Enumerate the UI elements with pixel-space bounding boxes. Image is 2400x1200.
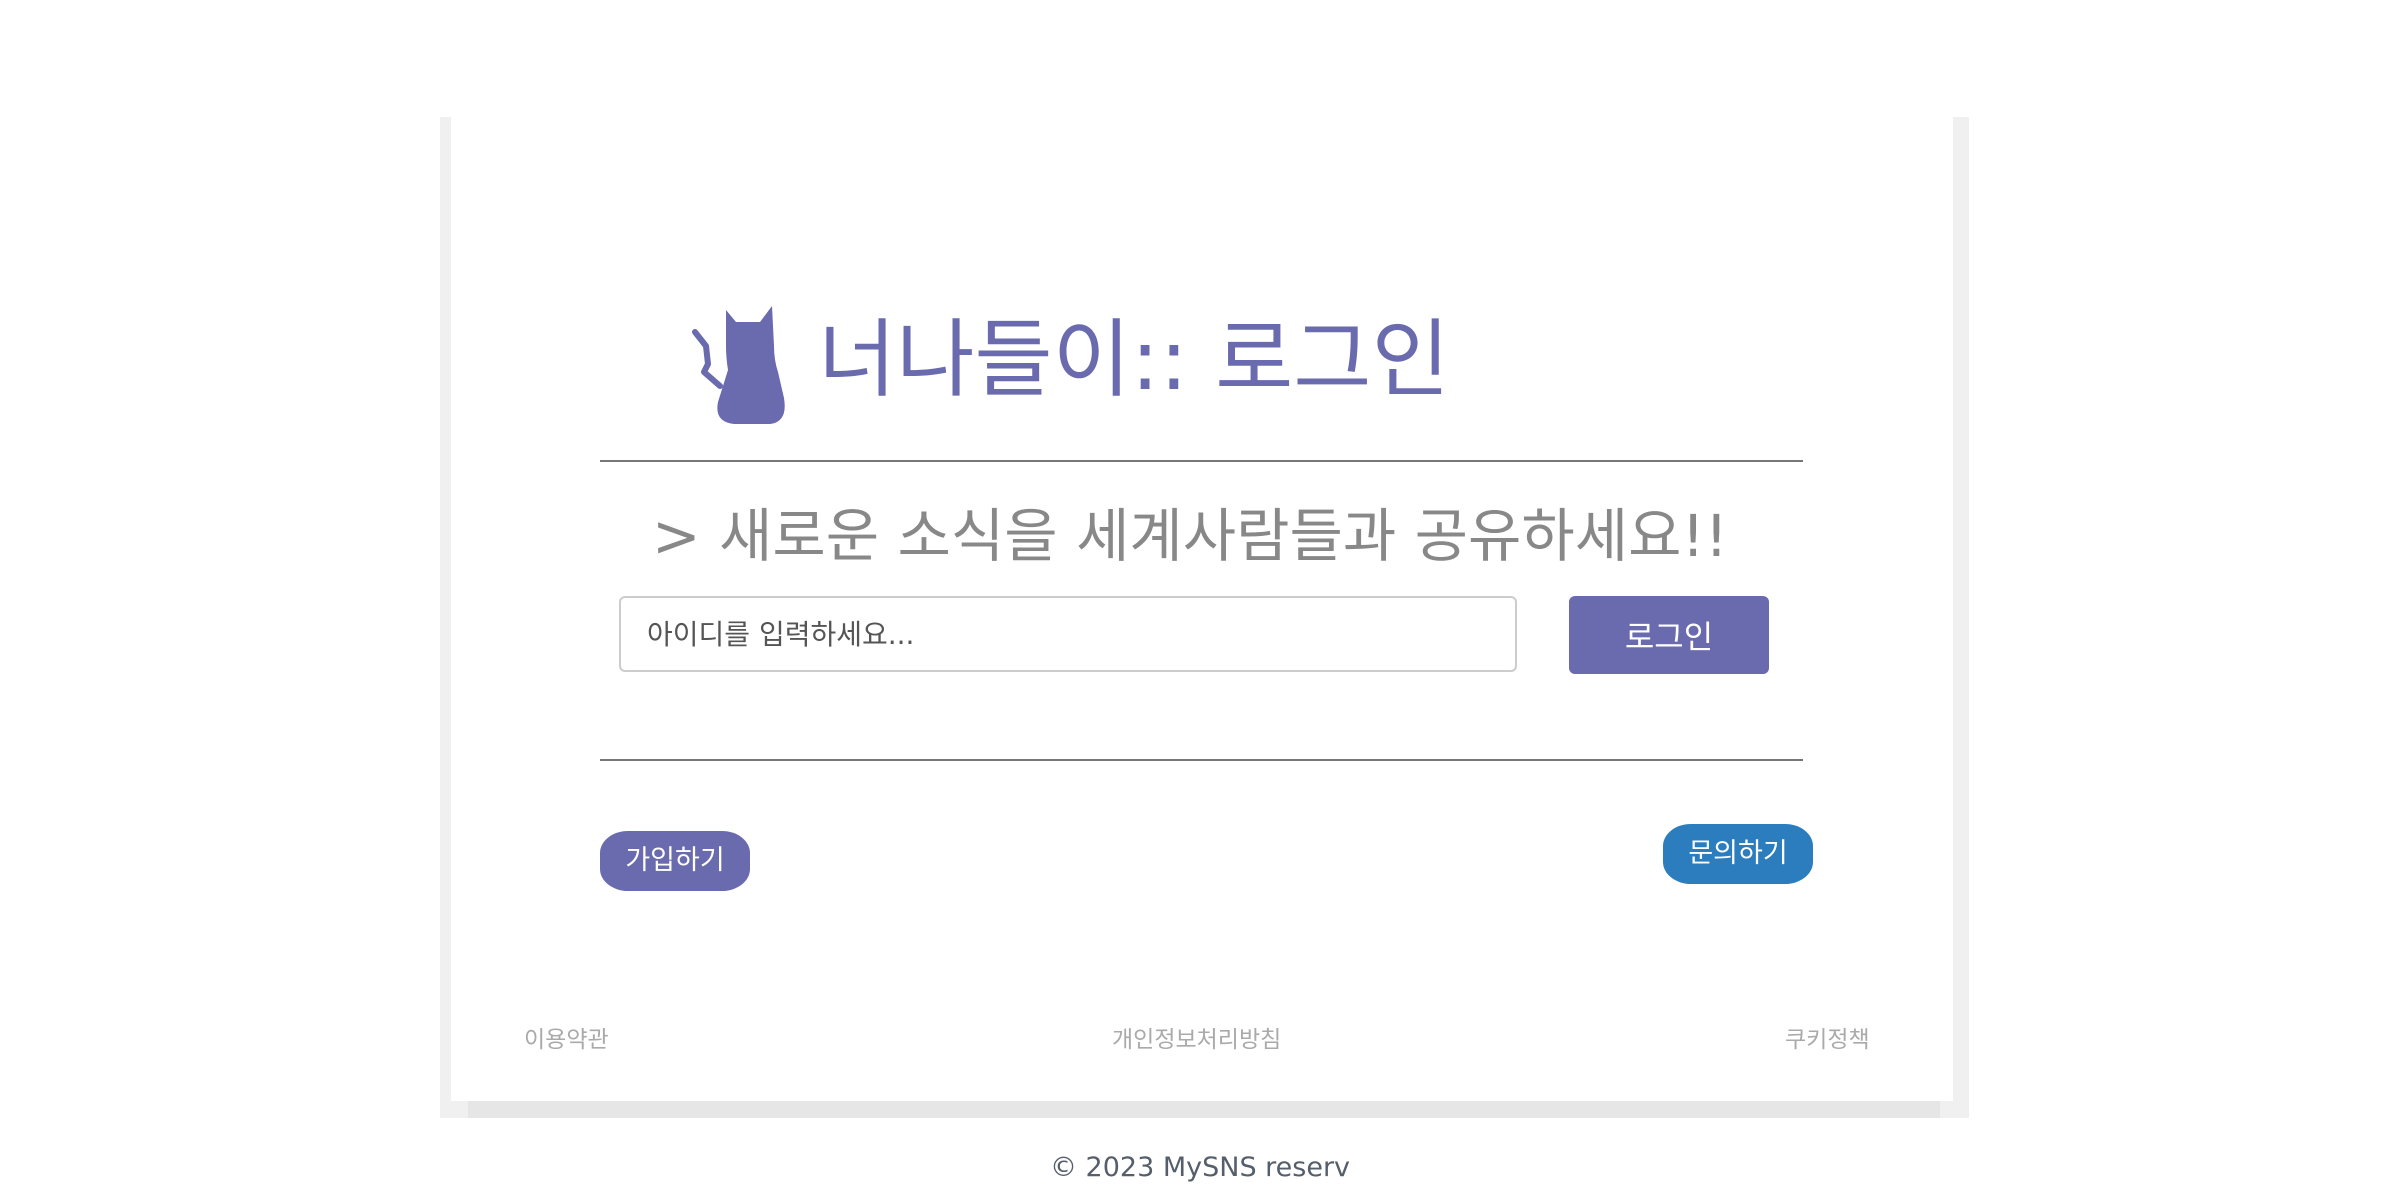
divider — [600, 460, 1803, 462]
page-title: 너나들이:: 로그인 — [818, 311, 1450, 410]
contact-button[interactable]: 문의하기 — [1663, 824, 1813, 884]
privacy-policy-link[interactable]: 개인정보처리방침 — [1112, 1022, 1281, 1058]
id-input[interactable] — [619, 596, 1517, 672]
signup-button[interactable]: 가입하기 — [600, 831, 750, 891]
login-button[interactable]: 로그인 — [1569, 596, 1769, 674]
terms-link[interactable]: 이용약관 — [524, 1022, 609, 1058]
cookie-policy-link[interactable]: 쿠키정책 — [1785, 1022, 1870, 1058]
card-shadow — [468, 1101, 1940, 1118]
page: 너나들이:: 로그인 > 새로운 소식을 세계사람들과 공유하세요!! 로그인 … — [0, 0, 2400, 1200]
cat-icon — [692, 306, 785, 424]
tagline: > 새로운 소식을 세계사람들과 공유하세요!! — [652, 502, 1728, 570]
divider — [600, 759, 1803, 761]
copyright: © 2023 MySNS reserv — [1049, 1152, 1351, 1183]
